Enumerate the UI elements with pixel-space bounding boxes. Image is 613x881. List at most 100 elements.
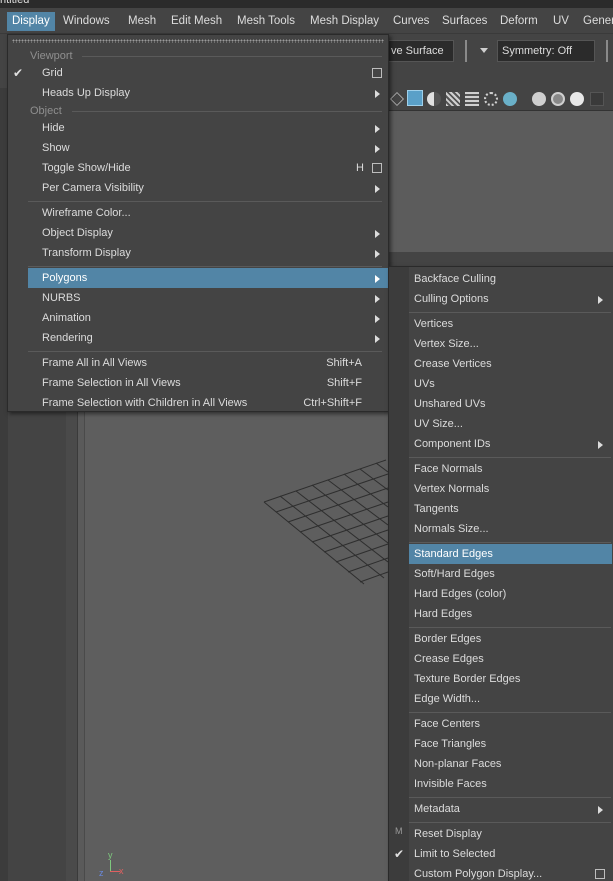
menu-item-face-triangles[interactable]: Face Triangles: [409, 734, 612, 754]
menu-display[interactable]: Display: [7, 12, 55, 31]
menu-item-wireframe-color[interactable]: Wireframe Color...: [8, 203, 388, 223]
menu-item-frame-selection-children[interactable]: Frame Selection with Children in All Vie…: [8, 393, 388, 413]
section-divider: [72, 111, 382, 112]
menu-item-polygons[interactable]: Polygons: [28, 268, 388, 288]
menu-item-uv-size[interactable]: UV Size...: [409, 414, 612, 434]
menu-windows[interactable]: Windows: [58, 12, 115, 31]
symmetry-dropdown[interactable]: Symmetry: Off: [497, 40, 595, 62]
menu-item-label: Hard Edges (color): [414, 588, 507, 600]
menu-item-label: Crease Vertices: [414, 358, 492, 370]
menu-item-standard-edges[interactable]: Standard Edges: [409, 544, 612, 564]
option-box-icon[interactable]: [372, 68, 382, 78]
menu-item-frame-all[interactable]: Frame All in All Views Shift+A: [8, 353, 388, 373]
tear-off-handle[interactable]: [12, 39, 384, 43]
menu-item-label: Object Display: [42, 227, 113, 239]
menu-divider: [409, 712, 611, 713]
menu-generate[interactable]: Gener: [578, 12, 613, 31]
menu-item-texture-border-edges[interactable]: Texture Border Edges: [409, 669, 612, 689]
menu-item-unshared-uvs[interactable]: Unshared UVs: [409, 394, 612, 414]
menu-item-invisible-faces[interactable]: Invisible Faces: [409, 774, 612, 794]
menu-item-soft-hard-edges[interactable]: Soft/Hard Edges: [409, 564, 612, 584]
cube-shaded-icon[interactable]: [407, 90, 423, 106]
menu-item-animation[interactable]: Animation: [8, 308, 388, 328]
menu-item-label: Normals Size...: [414, 523, 489, 535]
menu-item-edge-width[interactable]: Edge Width...: [409, 689, 612, 709]
menu-item-grid[interactable]: ✔ Grid: [8, 63, 388, 83]
menu-item-uvs[interactable]: UVs: [409, 374, 612, 394]
menu-item-hard-edges-color[interactable]: Hard Edges (color): [409, 584, 612, 604]
menu-item-face-centers[interactable]: Face Centers: [409, 714, 612, 734]
live-surface-field[interactable]: ve Surface: [386, 40, 454, 62]
submenu-arrow-icon: [375, 185, 380, 193]
menu-mesh-display[interactable]: Mesh Display: [305, 12, 384, 31]
menu-item-object-display[interactable]: Object Display: [8, 223, 388, 243]
check-icon: ✔: [13, 66, 24, 80]
menu-uv[interactable]: UV: [548, 12, 574, 31]
menu-item-label: Show: [42, 142, 70, 154]
submenu-arrow-icon: [375, 90, 380, 98]
menu-item-label: Reset Display: [414, 828, 482, 840]
menu-item-label: Toggle Show/Hide: [42, 162, 131, 174]
menu-item-per-camera-visibility[interactable]: Per Camera Visibility: [8, 178, 388, 198]
menu-item-custom-polygon-display[interactable]: Custom Polygon Display...: [409, 864, 612, 881]
menu-curves[interactable]: Curves: [388, 12, 434, 31]
menu-item-tangents[interactable]: Tangents: [409, 499, 612, 519]
dropdown-arrow-icon[interactable]: [480, 48, 488, 53]
menu-item-heads-up-display[interactable]: Heads Up Display: [8, 83, 388, 103]
viewport-scrollbar[interactable]: [66, 412, 78, 881]
wireframe-on-shaded-icon[interactable]: [465, 92, 479, 106]
shaded-sphere-icon[interactable]: [427, 92, 441, 106]
axis-z-label: z: [99, 868, 104, 878]
menu-item-shortcut: Shift+F: [326, 377, 362, 389]
menu-item-component-ids[interactable]: Component IDs: [409, 434, 612, 454]
menu-item-label: Custom Polygon Display...: [414, 868, 543, 880]
viewport-panel-top[interactable]: [386, 110, 613, 252]
menu-mesh-tools[interactable]: Mesh Tools: [232, 12, 300, 31]
ambient-occlusion-icon[interactable]: [532, 92, 546, 106]
menu-item-vertices[interactable]: Vertices: [409, 314, 612, 334]
option-box-icon[interactable]: [372, 163, 382, 173]
menu-surfaces[interactable]: Surfaces: [437, 12, 492, 31]
menu-item-show[interactable]: Show: [8, 138, 388, 158]
menu-mesh[interactable]: Mesh: [123, 12, 161, 31]
menu-item-nurbs[interactable]: NURBS: [8, 288, 388, 308]
submenu-arrow-icon: [375, 125, 380, 133]
menu-item-rendering[interactable]: Rendering: [8, 328, 388, 348]
menu-item-face-normals[interactable]: Face Normals: [409, 459, 612, 479]
menu-item-non-planar-faces[interactable]: Non-planar Faces: [409, 754, 612, 774]
menu-divider: [409, 457, 611, 458]
menu-item-label: Hard Edges: [414, 608, 473, 620]
menu-item-limit-to-selected[interactable]: ✔ Limit to Selected: [389, 844, 612, 864]
menu-item-crease-edges[interactable]: Crease Edges: [409, 649, 612, 669]
motion-blur-icon[interactable]: [551, 92, 565, 106]
antialiasing-icon[interactable]: [570, 92, 584, 106]
menu-item-hide[interactable]: Hide: [8, 118, 388, 138]
menu-item-culling-options[interactable]: Culling Options: [409, 289, 612, 309]
axis-x-line: [110, 871, 120, 872]
menu-item-border-edges[interactable]: Border Edges: [409, 629, 612, 649]
menu-item-label: Heads Up Display: [42, 87, 131, 99]
menu-item-normals-size[interactable]: Normals Size...: [409, 519, 612, 539]
menu-item-toggle-show-hide[interactable]: Toggle Show/Hide H: [8, 158, 388, 178]
menu-item-reset-display[interactable]: Reset Display: [409, 824, 612, 844]
menu-item-vertex-size[interactable]: Vertex Size...: [409, 334, 612, 354]
texture-icon[interactable]: [446, 92, 460, 106]
menu-item-label: Soft/Hard Edges: [414, 568, 495, 580]
menu-edit-mesh[interactable]: Edit Mesh: [166, 12, 227, 31]
menu-item-vertex-normals[interactable]: Vertex Normals: [409, 479, 612, 499]
menu-item-frame-selection[interactable]: Frame Selection in All Views Shift+F: [8, 373, 388, 393]
cube-wire-icon[interactable]: [390, 92, 404, 106]
isolate-select-icon[interactable]: [590, 92, 604, 106]
shadows-icon[interactable]: [503, 92, 517, 106]
submenu-arrow-icon: [375, 230, 380, 238]
menu-item-metadata[interactable]: Metadata: [409, 799, 612, 819]
menu-item-crease-vertices[interactable]: Crease Vertices: [409, 354, 612, 374]
menu-item-backface-culling[interactable]: Backface Culling: [409, 269, 612, 289]
menu-item-hard-edges[interactable]: Hard Edges: [409, 604, 612, 624]
lighting-icon[interactable]: [484, 92, 498, 106]
option-box-icon[interactable]: [595, 869, 605, 879]
menu-item-label: Standard Edges: [414, 548, 493, 560]
menu-item-transform-display[interactable]: Transform Display: [8, 243, 388, 263]
menu-deform[interactable]: Deform: [495, 12, 543, 31]
menu-item-label: Non-planar Faces: [414, 758, 502, 770]
